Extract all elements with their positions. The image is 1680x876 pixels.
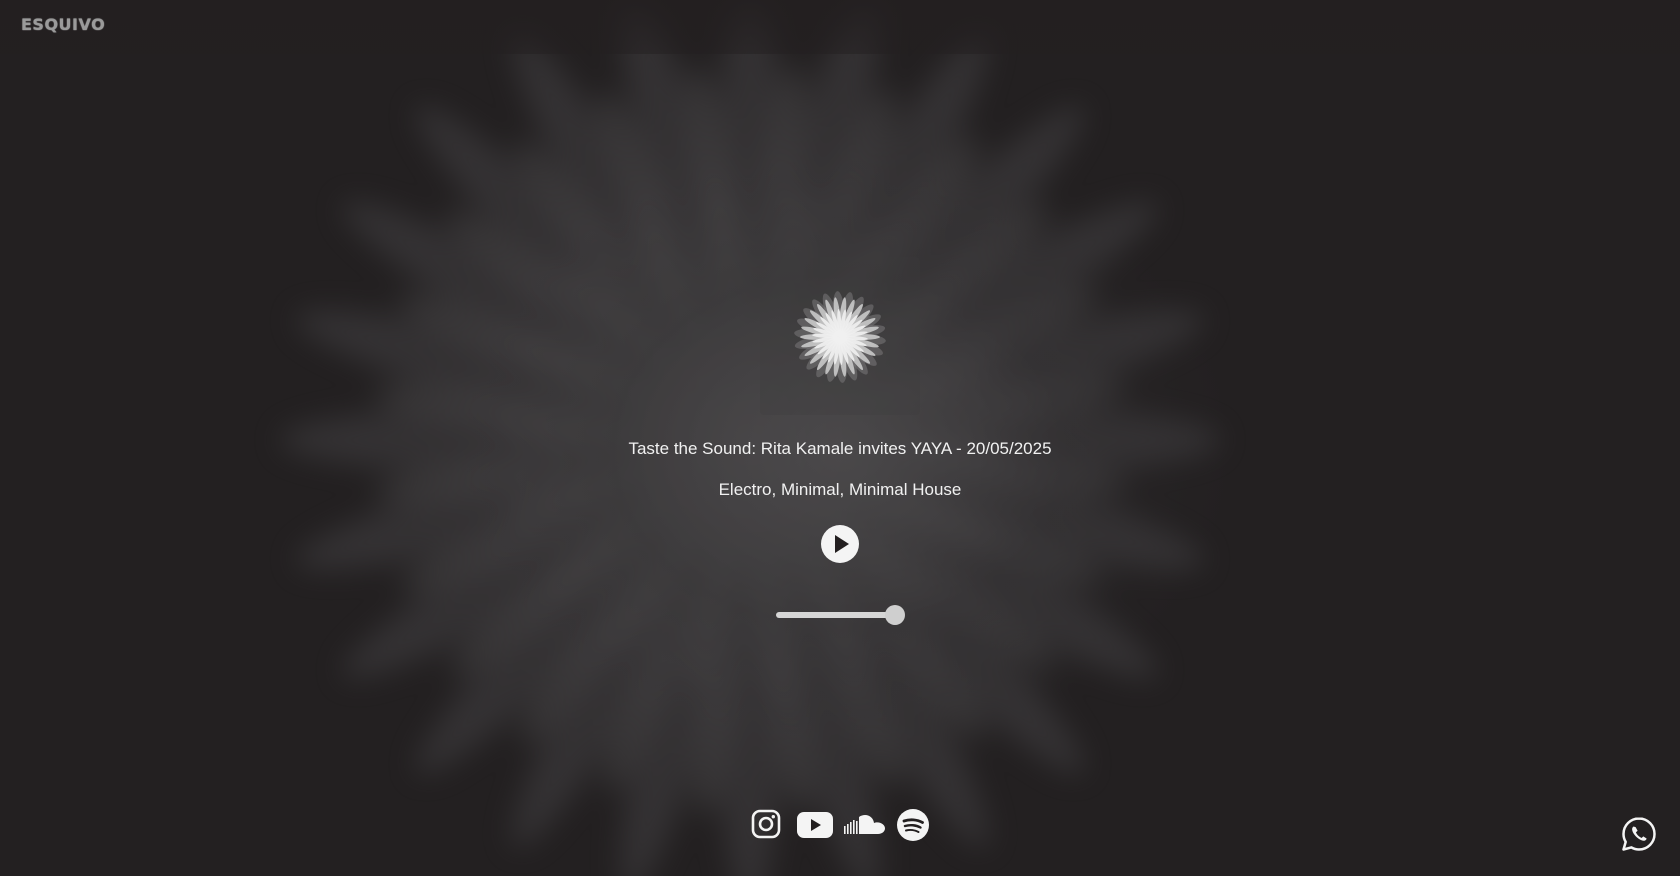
whatsapp-icon[interactable] bbox=[1621, 816, 1657, 852]
track-title: Taste the Sound: Rita Kamale invites YAY… bbox=[628, 439, 1052, 458]
petal-shape bbox=[445, 209, 751, 442]
background-flower-image bbox=[280, 0, 1220, 876]
petal-shape bbox=[710, 181, 759, 441]
petal-shape bbox=[747, 439, 871, 672]
petal-shape bbox=[510, 335, 751, 443]
petal-shape bbox=[749, 438, 1055, 671]
soundcloud-icon[interactable] bbox=[844, 814, 886, 836]
petal-shape bbox=[415, 105, 752, 442]
volume-track bbox=[776, 612, 896, 618]
flower-artwork bbox=[794, 291, 886, 383]
logo[interactable]: ESQUIVO bbox=[21, 15, 105, 34]
petal-shape bbox=[514, 139, 752, 441]
petal-shape bbox=[559, 261, 751, 441]
petal-shape bbox=[686, 439, 755, 694]
youtube-icon[interactable] bbox=[797, 812, 833, 838]
volume-slider[interactable] bbox=[776, 604, 906, 625]
play-button[interactable] bbox=[821, 525, 859, 563]
petal-shape bbox=[741, 439, 790, 699]
petal-shape bbox=[748, 439, 986, 741]
cover-art bbox=[760, 257, 920, 415]
petal-shape bbox=[598, 89, 754, 441]
top-bar: ESQUIVO bbox=[0, 0, 1680, 54]
petal-shape bbox=[449, 438, 751, 676]
petal-shape bbox=[620, 0, 759, 441]
petal-shape bbox=[373, 430, 751, 502]
spotify-icon[interactable] bbox=[897, 809, 929, 841]
petal-shape bbox=[519, 439, 752, 745]
play-icon bbox=[835, 535, 849, 553]
petal-shape bbox=[342, 201, 751, 444]
petal-shape bbox=[295, 431, 751, 570]
social-links bbox=[748, 809, 938, 845]
volume-thumb[interactable] bbox=[885, 605, 905, 625]
petal-shape bbox=[749, 431, 1205, 570]
petal-shape bbox=[688, 63, 760, 441]
petal-shape bbox=[397, 294, 751, 444]
instagram-icon[interactable] bbox=[751, 809, 781, 839]
page: ESQUIVO Taste the Sound: Rita Kamale inv… bbox=[0, 0, 1680, 876]
petal-shape bbox=[511, 32, 754, 441]
petal-shape bbox=[606, 439, 752, 659]
petal-shape bbox=[629, 208, 753, 441]
track-genres: Electro, Minimal, Minimal House bbox=[718, 480, 962, 499]
petal-shape bbox=[415, 438, 752, 775]
